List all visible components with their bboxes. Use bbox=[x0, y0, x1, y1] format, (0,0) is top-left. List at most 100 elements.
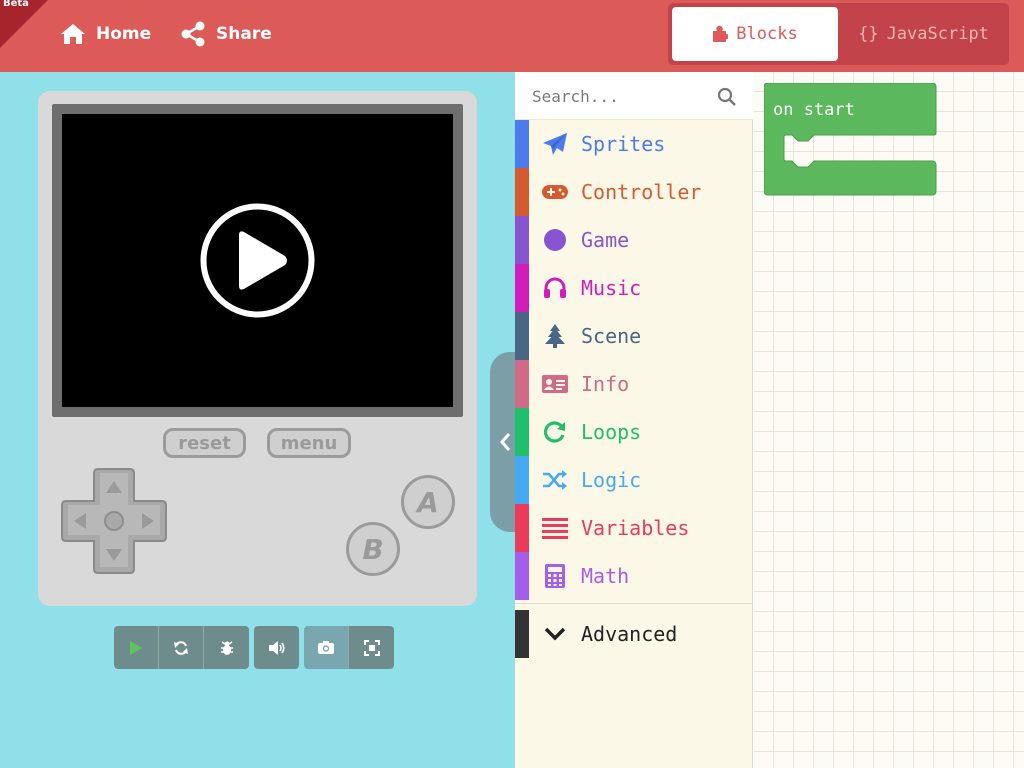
category-controller[interactable]: Controller bbox=[515, 168, 753, 216]
home-icon bbox=[61, 24, 85, 44]
run-controls bbox=[114, 626, 249, 669]
category-icon-wrap bbox=[529, 228, 581, 252]
category-loops[interactable]: Loops bbox=[515, 408, 753, 456]
on-start-block[interactable]: on start bbox=[763, 82, 938, 201]
run-button[interactable] bbox=[114, 626, 159, 669]
category-icon-wrap bbox=[529, 517, 581, 539]
category-math[interactable]: Math bbox=[515, 552, 753, 600]
category-color-bar bbox=[515, 312, 529, 360]
category-label: Variables bbox=[581, 516, 690, 540]
category-icon-wrap bbox=[529, 277, 581, 299]
category-label: Game bbox=[581, 228, 630, 252]
paper-plane-icon bbox=[543, 133, 567, 155]
play-icon[interactable] bbox=[199, 202, 316, 319]
reset-button[interactable]: reset bbox=[163, 428, 246, 458]
category-color-bar bbox=[515, 456, 529, 504]
game-screen[interactable] bbox=[62, 114, 453, 407]
game-console: reset menu A B bbox=[38, 91, 477, 606]
category-color-bar bbox=[515, 408, 529, 456]
block-toolbox: Sprites Controller Game bbox=[515, 72, 753, 768]
category-icon-wrap bbox=[529, 132, 581, 156]
headphones-icon bbox=[544, 277, 566, 298]
category-icon-wrap bbox=[529, 374, 581, 394]
screenshot-button[interactable] bbox=[304, 626, 349, 669]
restart-icon bbox=[174, 640, 188, 655]
chevron-left-icon bbox=[500, 433, 511, 451]
b-button[interactable]: B bbox=[346, 522, 400, 576]
category-sprites[interactable]: Sprites bbox=[515, 120, 753, 168]
tree-icon bbox=[545, 324, 565, 348]
debug-button[interactable] bbox=[204, 626, 249, 669]
category-color-bar bbox=[515, 216, 529, 264]
screen-bezel bbox=[52, 104, 463, 417]
category-music[interactable]: Music bbox=[515, 264, 753, 312]
simulator-panel: reset menu A B bbox=[0, 72, 515, 768]
category-color-bar bbox=[515, 504, 529, 552]
category-icon-wrap bbox=[529, 469, 581, 491]
category-color-bar bbox=[515, 264, 529, 312]
gamepad-icon bbox=[542, 185, 568, 199]
blocks-label: Blocks bbox=[736, 24, 798, 44]
on-start-label: on start bbox=[773, 100, 855, 120]
a-button[interactable]: A bbox=[401, 475, 455, 529]
share-button[interactable]: Share bbox=[180, 18, 272, 50]
category-icon-wrap bbox=[529, 563, 581, 589]
category-color-bar bbox=[515, 610, 529, 658]
category-color-bar bbox=[515, 120, 529, 168]
category-label: Info bbox=[581, 372, 630, 396]
category-advanced[interactable]: Advanced bbox=[515, 610, 753, 658]
view-controls bbox=[304, 626, 394, 669]
top-bar: Beta Home Share Blocks {} JavaScript bbox=[0, 0, 1024, 72]
toolbox-search bbox=[515, 72, 753, 120]
list-icon bbox=[542, 518, 568, 539]
circle-icon bbox=[544, 229, 566, 251]
category-icon-wrap bbox=[529, 420, 581, 444]
category-label: Loops bbox=[581, 420, 642, 444]
category-label: Advanced bbox=[581, 622, 678, 646]
blocks-tab[interactable]: Blocks bbox=[672, 7, 838, 61]
search-input[interactable] bbox=[532, 84, 712, 108]
category-label: Math bbox=[581, 564, 630, 588]
category-icon-wrap bbox=[529, 627, 581, 641]
blocks-workspace[interactable]: on start bbox=[754, 72, 1024, 768]
dpad[interactable] bbox=[60, 467, 168, 575]
category-color-bar bbox=[515, 552, 529, 600]
editor-toggle: Blocks {} JavaScript bbox=[668, 3, 1009, 65]
camera-icon bbox=[318, 641, 334, 654]
category-scene[interactable]: Scene bbox=[515, 312, 753, 360]
category-label: Logic bbox=[581, 468, 642, 492]
play-icon bbox=[130, 640, 142, 655]
category-label: Controller bbox=[581, 180, 702, 204]
share-label: Share bbox=[216, 24, 272, 44]
search-icon[interactable] bbox=[717, 87, 737, 107]
category-icon-wrap bbox=[529, 183, 581, 201]
beta-label: Beta bbox=[3, 0, 29, 9]
fullscreen-button[interactable] bbox=[349, 626, 394, 669]
javascript-label: JavaScript bbox=[886, 24, 989, 44]
category-info[interactable]: Info bbox=[515, 360, 753, 408]
category-logic[interactable]: Logic bbox=[515, 456, 753, 504]
category-color-bar bbox=[515, 168, 529, 216]
share-icon bbox=[181, 21, 205, 47]
menu-button[interactable]: menu bbox=[267, 428, 351, 458]
category-icon-wrap bbox=[529, 323, 581, 349]
category-variables[interactable]: Variables bbox=[515, 504, 753, 552]
category-game[interactable]: Game bbox=[515, 216, 753, 264]
home-button[interactable]: Home bbox=[60, 18, 151, 50]
category-label: Sprites bbox=[581, 132, 666, 156]
category-color-bar bbox=[515, 360, 529, 408]
restart-button[interactable] bbox=[159, 626, 204, 669]
puzzle-piece-icon bbox=[713, 25, 729, 42]
braces-icon: {} bbox=[858, 24, 879, 44]
calculator-icon bbox=[545, 564, 565, 588]
shuffle-icon bbox=[543, 470, 567, 490]
volume-icon bbox=[268, 640, 284, 655]
chevron-down-icon bbox=[544, 627, 566, 641]
divider bbox=[515, 603, 753, 604]
fullscreen-icon bbox=[363, 639, 380, 656]
beta-ribbon: Beta bbox=[0, 0, 48, 48]
home-label: Home bbox=[96, 24, 152, 44]
mute-button[interactable] bbox=[254, 626, 299, 669]
bug-icon bbox=[220, 640, 233, 655]
javascript-tab[interactable]: {} JavaScript bbox=[842, 7, 1005, 61]
